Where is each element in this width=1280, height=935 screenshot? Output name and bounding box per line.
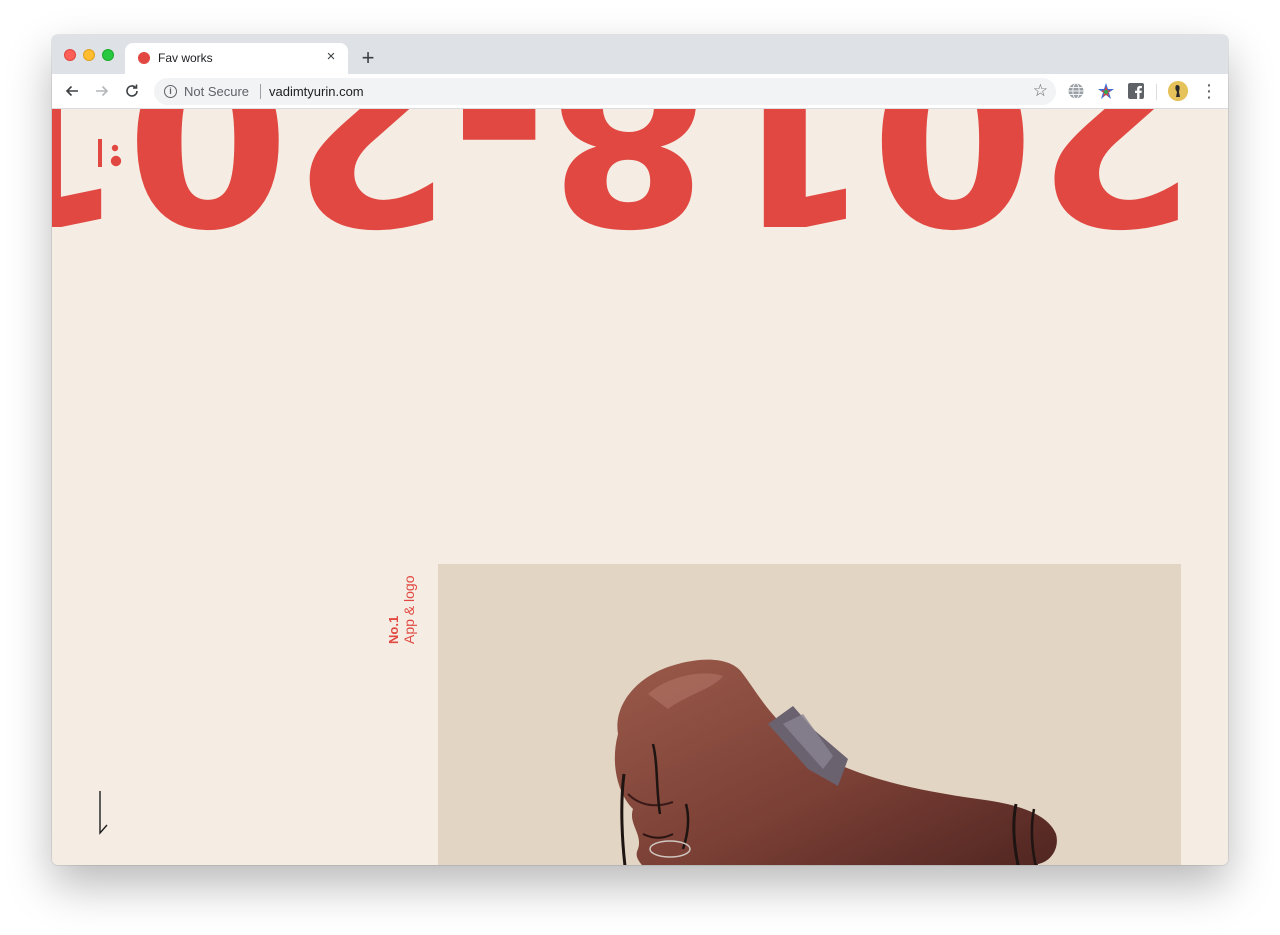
- page-headline: 2018-2019: [52, 109, 1197, 274]
- back-icon: [65, 85, 78, 97]
- address-bar[interactable]: i Not Secure vadimtyurin.com ☆: [154, 78, 1056, 105]
- scroll-down-arrow-icon[interactable]: [97, 789, 111, 837]
- project-category[interactable]: App & logo: [401, 564, 417, 645]
- facebook-icon[interactable]: [1127, 82, 1145, 100]
- extension-icon[interactable]: [1097, 82, 1115, 100]
- forward-button[interactable]: [90, 79, 114, 103]
- star-icon[interactable]: ☆: [1033, 81, 1048, 101]
- forward-icon: [96, 85, 109, 97]
- project-label: No.1 App & logo: [386, 564, 426, 645]
- reload-button[interactable]: [120, 79, 144, 103]
- url-divider: [260, 84, 261, 99]
- tab-title: Fav works: [158, 51, 213, 65]
- security-label[interactable]: Not Secure: [184, 84, 249, 99]
- reload-icon: [126, 84, 138, 97]
- project-number: No.1: [386, 615, 401, 644]
- tab-strip: Fav works × +: [52, 35, 1228, 74]
- url-text[interactable]: vadimtyurin.com: [269, 84, 364, 99]
- new-tab-button[interactable]: +: [356, 47, 380, 71]
- browser-toolbar: i Not Secure vadimtyurin.com ☆ ⋮: [52, 74, 1228, 109]
- avatar-icon: [1168, 81, 1188, 101]
- tab-fav-works[interactable]: Fav works ×: [125, 43, 348, 74]
- avatar[interactable]: [1168, 81, 1188, 101]
- project-label-text: No.1 App & logo: [386, 564, 417, 645]
- back-button[interactable]: [60, 79, 84, 103]
- project-artwork[interactable]: [438, 564, 1181, 865]
- globe-icon[interactable]: [1067, 82, 1085, 100]
- toolbar-divider: [1156, 84, 1157, 100]
- tab-favicon-icon: [138, 52, 150, 64]
- sculpture-image: [614, 659, 1057, 865]
- tab-close-icon[interactable]: ×: [322, 48, 340, 66]
- menu-icon[interactable]: ⋮: [1200, 82, 1218, 102]
- browser-window: Fav works × + i Not Secure vadimtyurin.c…: [52, 35, 1228, 865]
- info-icon[interactable]: i: [164, 85, 177, 98]
- close-window-button[interactable]: [64, 49, 76, 61]
- zoom-window-button[interactable]: [102, 49, 114, 61]
- page-content: 2018-2019 No.1 App & logo: [52, 109, 1228, 865]
- minimize-window-button[interactable]: [83, 49, 95, 61]
